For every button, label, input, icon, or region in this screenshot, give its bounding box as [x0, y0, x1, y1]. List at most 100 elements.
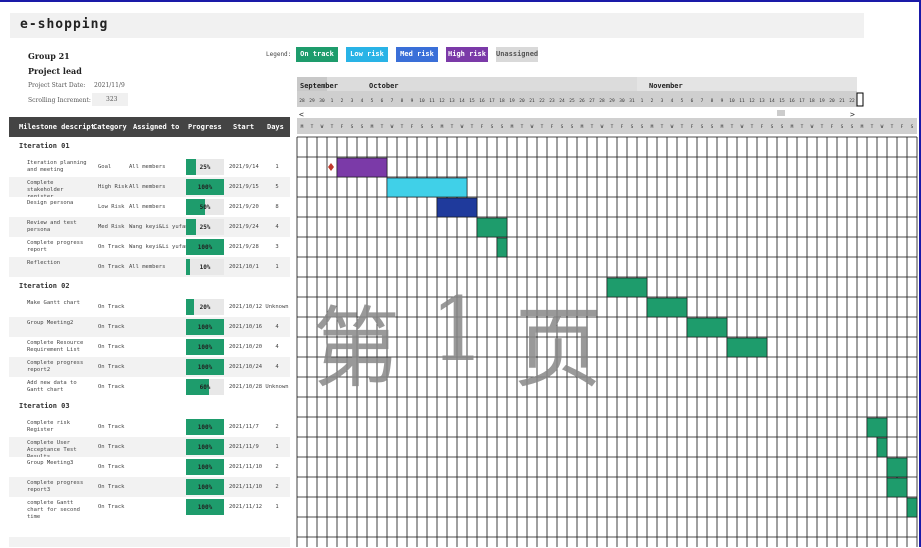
progress-bar: 100%: [186, 439, 224, 455]
table-row[interactable]: Iteration planning and meeting Goal All me…: [9, 157, 290, 178]
weekday-letter: T: [731, 124, 734, 130]
app-title: e-shopping: [20, 17, 109, 32]
weekday-letter: T: [451, 124, 454, 130]
table-row[interactable]: Group Meeting3 On Track 100% 2021/11/10 2: [9, 457, 290, 478]
progress-text: 10%: [199, 264, 211, 271]
task-category: Goal: [98, 164, 112, 170]
day-number: 9: [721, 98, 724, 104]
weekday-letter: F: [761, 124, 764, 130]
group-name: Group 21: [28, 51, 70, 61]
weekday-letter: S: [351, 124, 354, 130]
task-start: 2021/11/9: [229, 444, 259, 450]
table-row[interactable]: Group Meeting2 On Track 100% 2021/10/16 4: [9, 317, 290, 338]
day-number: 7: [701, 98, 704, 104]
task-start: 2021/10/28: [229, 384, 263, 390]
day-number: 22: [539, 98, 545, 104]
task-days: Unknown: [265, 384, 289, 390]
weekday-letter: T: [331, 124, 334, 130]
day-number: 28: [299, 98, 305, 104]
header-start: Start: [233, 123, 255, 131]
watermark-char-3: 页: [514, 297, 603, 400]
header-category: Category: [93, 123, 127, 131]
table-row[interactable]: complete Gantt chart for second time On T…: [9, 497, 290, 520]
task-start: 2021/11/7: [229, 424, 259, 430]
task-category: Med Risk: [98, 224, 125, 230]
weekday-letter: M: [581, 124, 584, 130]
task-category: On Track: [98, 464, 125, 470]
progress-bar: 100%: [186, 479, 224, 495]
table-row[interactable]: Complete risk Register On Track 100% 2021/1…: [9, 417, 290, 438]
start-date-value[interactable]: 2021/11/9: [94, 82, 125, 89]
progress-bar: 10%: [186, 259, 224, 275]
scroll-increment-label: Scrolling Increment:: [28, 97, 91, 104]
day-number: 11: [429, 98, 435, 104]
day-number: 1: [641, 98, 644, 104]
task-start: 2021/10/1: [229, 264, 259, 270]
weekday-letter: S: [781, 124, 784, 130]
legend-item-4: Unassigned: [496, 47, 538, 62]
table-row[interactable]: Complete User Acceptance Test ResultsOn …: [9, 437, 290, 460]
gantt-bar: [606, 277, 648, 298]
progress-bar: 100%: [186, 419, 224, 435]
weekday-letter: T: [591, 124, 594, 130]
weekday-letter: W: [601, 124, 604, 130]
table-row[interactable]: Complete stakeholder registerHigh RiskAl…: [9, 177, 290, 200]
legend-item-0: On track: [296, 47, 338, 62]
legend-label: Legend:: [266, 51, 292, 58]
gantt-bar: [496, 237, 508, 258]
progress-text: 20%: [199, 304, 211, 311]
day-number: 15: [779, 98, 785, 104]
task-days: 1: [275, 164, 279, 170]
day-number: 19: [509, 98, 515, 104]
table-row[interactable]: Add new data to Gantt chart On Track 60% 20…: [9, 377, 290, 398]
gantt-bar: [646, 297, 688, 318]
day-number: 15: [469, 98, 475, 104]
weekday-letter: W: [321, 124, 324, 130]
scroll-thumb: [777, 110, 785, 116]
task-days: 4: [275, 324, 279, 330]
progress-bar: 100%: [186, 179, 224, 195]
weekday-letter: T: [541, 124, 544, 130]
weekday-letter: F: [341, 124, 344, 130]
progress-text: 100%: [197, 364, 213, 371]
task-start: 2021/9/15: [229, 184, 259, 190]
day-number: 30: [619, 98, 625, 104]
table-footer: [9, 537, 290, 548]
day-number: 12: [439, 98, 445, 104]
month-label: September: [300, 82, 338, 90]
task-days: 4: [275, 364, 279, 370]
weekday-letter: W: [391, 124, 394, 130]
table-row[interactable]: Complete progress report3 On Track 100% 202…: [9, 477, 290, 498]
progress-text: 100%: [197, 344, 213, 351]
weekday-letter: T: [521, 124, 524, 130]
gantt-bar: [876, 437, 888, 458]
table-row[interactable]: Make Gantt chart On Track 20% 2021/10/12 Unk…: [9, 297, 290, 318]
task-start: 2021/9/28: [229, 244, 259, 250]
weekday-letter: F: [551, 124, 554, 130]
day-number: 31: [629, 98, 635, 104]
weekday-letter: S: [561, 124, 564, 130]
day-number: 13: [759, 98, 765, 104]
task-assigned: Wang keyi&Li yufan: [129, 244, 189, 250]
weekday-letter: S: [701, 124, 704, 130]
task-days: 3: [275, 244, 279, 250]
weekday-letter: T: [681, 124, 684, 130]
task-category: On Track: [98, 484, 125, 490]
table-row[interactable]: Design persona Low Risk All members 50% 2021…: [9, 197, 290, 218]
table-row[interactable]: Review and test persona Med Risk Wang keyi…: [9, 217, 290, 238]
table-row[interactable]: Reflection On Track All members 10% 2021/10/…: [9, 257, 290, 278]
task-assigned: All members: [129, 164, 166, 170]
table-row[interactable]: Complete progress report2 On Track 100% 202…: [9, 357, 290, 378]
day-number: 5: [371, 98, 374, 104]
scroll-increment-value[interactable]: 323: [92, 93, 128, 106]
progress-text: 100%: [197, 424, 213, 431]
weekday-letter: F: [831, 124, 834, 130]
table-row[interactable]: Complete Resource Requirement List On Tra…: [9, 337, 290, 358]
weekday-letter: S: [431, 124, 434, 130]
watermark-char-2: 1: [430, 278, 486, 381]
day-number: 24: [559, 98, 565, 104]
task-description: Design persona: [27, 200, 74, 206]
day-number: 17: [799, 98, 805, 104]
table-row[interactable]: Complete progress report On Track Wang key…: [9, 237, 290, 258]
day-number: 30: [319, 98, 325, 104]
